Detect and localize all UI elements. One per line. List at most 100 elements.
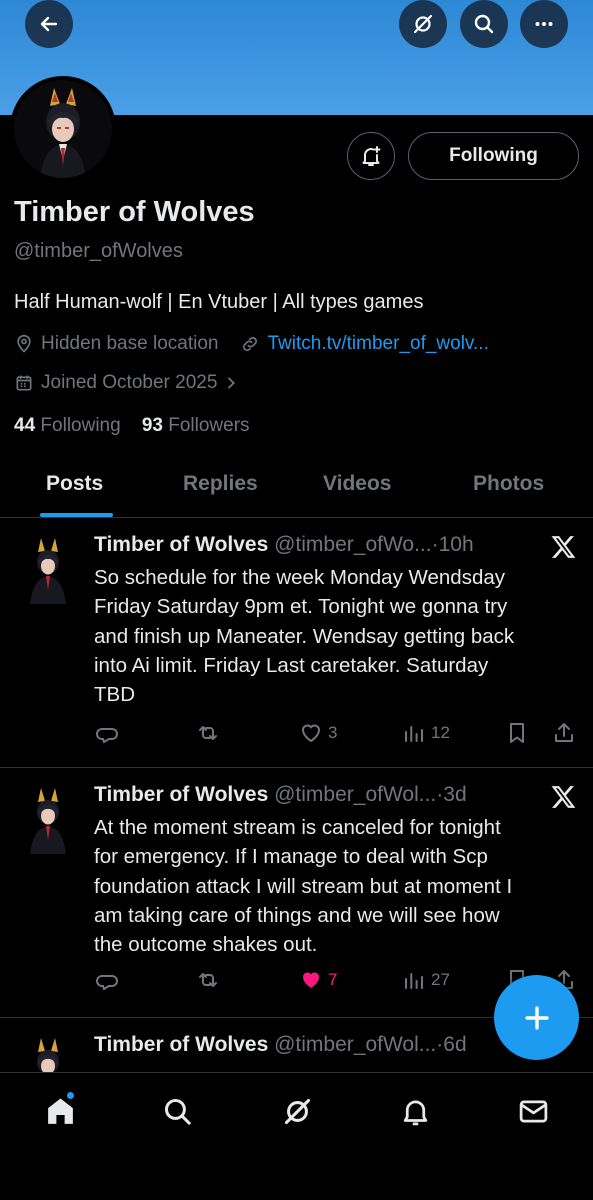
home-notification-dot [66,1091,75,1100]
share-icon [555,723,573,742]
reply-button[interactable] [95,721,119,745]
tweet-header: Timber of Wolves @timber_ofWo...·10h [94,533,474,557]
share-button[interactable] [552,721,576,745]
bookmark-icon [510,723,524,743]
back-button[interactable] [25,0,73,48]
views-button[interactable]: 27 [402,968,450,992]
followers-label: Followers [168,415,250,436]
location-pin-icon [17,334,31,353]
tweet-author-name[interactable]: Timber of Wolves [94,533,268,556]
search-icon [474,14,494,34]
nav-search[interactable] [159,1093,195,1129]
calendar-icon [16,375,32,391]
tweet-time[interactable]: 10h [439,533,474,556]
profile-tabs: Posts Replies Videos Photos [0,462,593,518]
tweet-avatar[interactable] [22,1038,74,1072]
like-count: 7 [328,970,338,989]
profile-handle: @timber_ofWolves [14,240,183,262]
following-count: 44 [14,415,36,436]
followers-count: 93 [141,415,163,436]
x-logo-icon [551,786,576,808]
bottom-nav [0,1072,593,1200]
view-count: 12 [431,723,450,742]
tweet-actions: 3 12 [0,721,593,751]
tweet-author-name[interactable]: Timber of Wolves [94,783,268,806]
grok-button[interactable] [399,0,447,48]
x-logo-icon [551,536,576,558]
joined-row[interactable]: Joined October 2025 [14,372,246,394]
location-text: Hidden base location [41,333,219,354]
plus-icon [524,1005,549,1030]
tweet-avatar[interactable] [22,538,74,604]
arrow-left-icon [40,16,58,32]
views-icon [405,726,423,742]
display-name: Timber of Wolves [14,196,255,228]
nav-grok[interactable] [279,1093,315,1129]
chevron-right-icon [228,377,236,389]
link-icon [243,337,258,351]
tweet-line: TBD [94,683,135,707]
tweet-header: Timber of Wolves @timber_ofWol...·3d [94,783,467,807]
joined-text: Joined October 2025 [41,372,218,393]
tweet-text: At the moment stream is canceled for ton… [94,813,579,959]
tweet[interactable]: Timber of Wolves @timber_ofWo...·10h So … [0,518,593,768]
view-count: 27 [431,970,450,989]
tweet-line: At the moment stream is canceled for ton… [94,816,501,839]
views-button[interactable]: 12 [402,721,450,745]
following-count-link[interactable]: 44 Following [14,415,121,436]
reply-icon [96,728,118,744]
tweet-avatar[interactable] [22,788,74,854]
active-tab-indicator [40,513,113,517]
tab-replies[interactable]: Replies [183,472,258,496]
grok-icon [284,1098,310,1124]
repost-button[interactable] [196,968,220,992]
like-button[interactable]: 3 [299,721,337,745]
tweet-author-name[interactable]: Timber of Wolves [94,1033,268,1056]
profile-avatar[interactable] [10,76,116,182]
tweet-time[interactable]: 3d [443,783,466,806]
tweet-author-handle[interactable]: @timber_ofWo... [274,533,431,556]
tweet-line: So schedule for the week Monday Wendsday [94,566,506,589]
tweet-author-handle[interactable]: @timber_ofWol... [274,783,436,806]
mail-icon [519,1100,547,1122]
search-icon [164,1098,191,1125]
tweet-header: Timber of Wolves @timber_ofWol...·6d [94,1033,467,1057]
following-label: Following [40,415,121,436]
profile-bio: Half Human-wolf | En Vtuber | All types … [14,291,424,313]
tab-photos[interactable]: Photos [473,472,544,496]
tab-videos[interactable]: Videos [323,472,391,496]
nav-notifications[interactable] [397,1093,433,1129]
location-row: Hidden base location Twitch.tv/timber_of… [14,333,489,355]
tweet-author-handle[interactable]: @timber_ofWol... [274,1033,436,1056]
followers-count-link[interactable]: 93 Followers [142,415,250,436]
compose-button[interactable] [494,975,579,1060]
grok-icon [413,14,433,34]
repost-icon [199,973,217,987]
tweet-line: the outcome shakes out. [94,933,318,957]
tweet-line: am taking care of things and we will see… [94,903,500,927]
tweet-time[interactable]: 6d [443,1033,466,1056]
following-button[interactable]: Following [408,132,579,180]
tab-posts[interactable]: Posts [46,472,103,496]
search-button[interactable] [460,0,508,48]
repost-button[interactable] [196,721,220,745]
tweet-line: into Ai limit. Friday Last caretaker. Sa… [94,653,489,677]
notify-button[interactable] [347,132,395,180]
tweet-line: Friday Saturday 9pm et. Tonight we gonna… [94,595,508,619]
tweet-dot: · [431,533,439,556]
website-link[interactable]: Twitch.tv/timber_of_wolv... [267,333,488,355]
nav-messages[interactable] [515,1093,551,1129]
repost-icon [199,726,217,740]
more-icon [535,22,553,26]
avatar [14,80,112,178]
reply-icon [96,975,118,991]
reply-button[interactable] [95,968,119,992]
tweet[interactable]: Timber of Wolves @timber_ofWol...·3d At … [0,768,593,1018]
tweet-line: foundation attack I will stream but at m… [94,874,513,898]
heart-icon [301,724,321,743]
like-button[interactable]: 7 [299,968,337,992]
bookmark-button[interactable] [505,721,529,745]
more-button[interactable] [520,0,568,48]
tweet-line: for emergency. If I manage to deal with … [94,845,488,869]
tweet-text: So schedule for the week Monday Wendsday… [94,563,579,709]
